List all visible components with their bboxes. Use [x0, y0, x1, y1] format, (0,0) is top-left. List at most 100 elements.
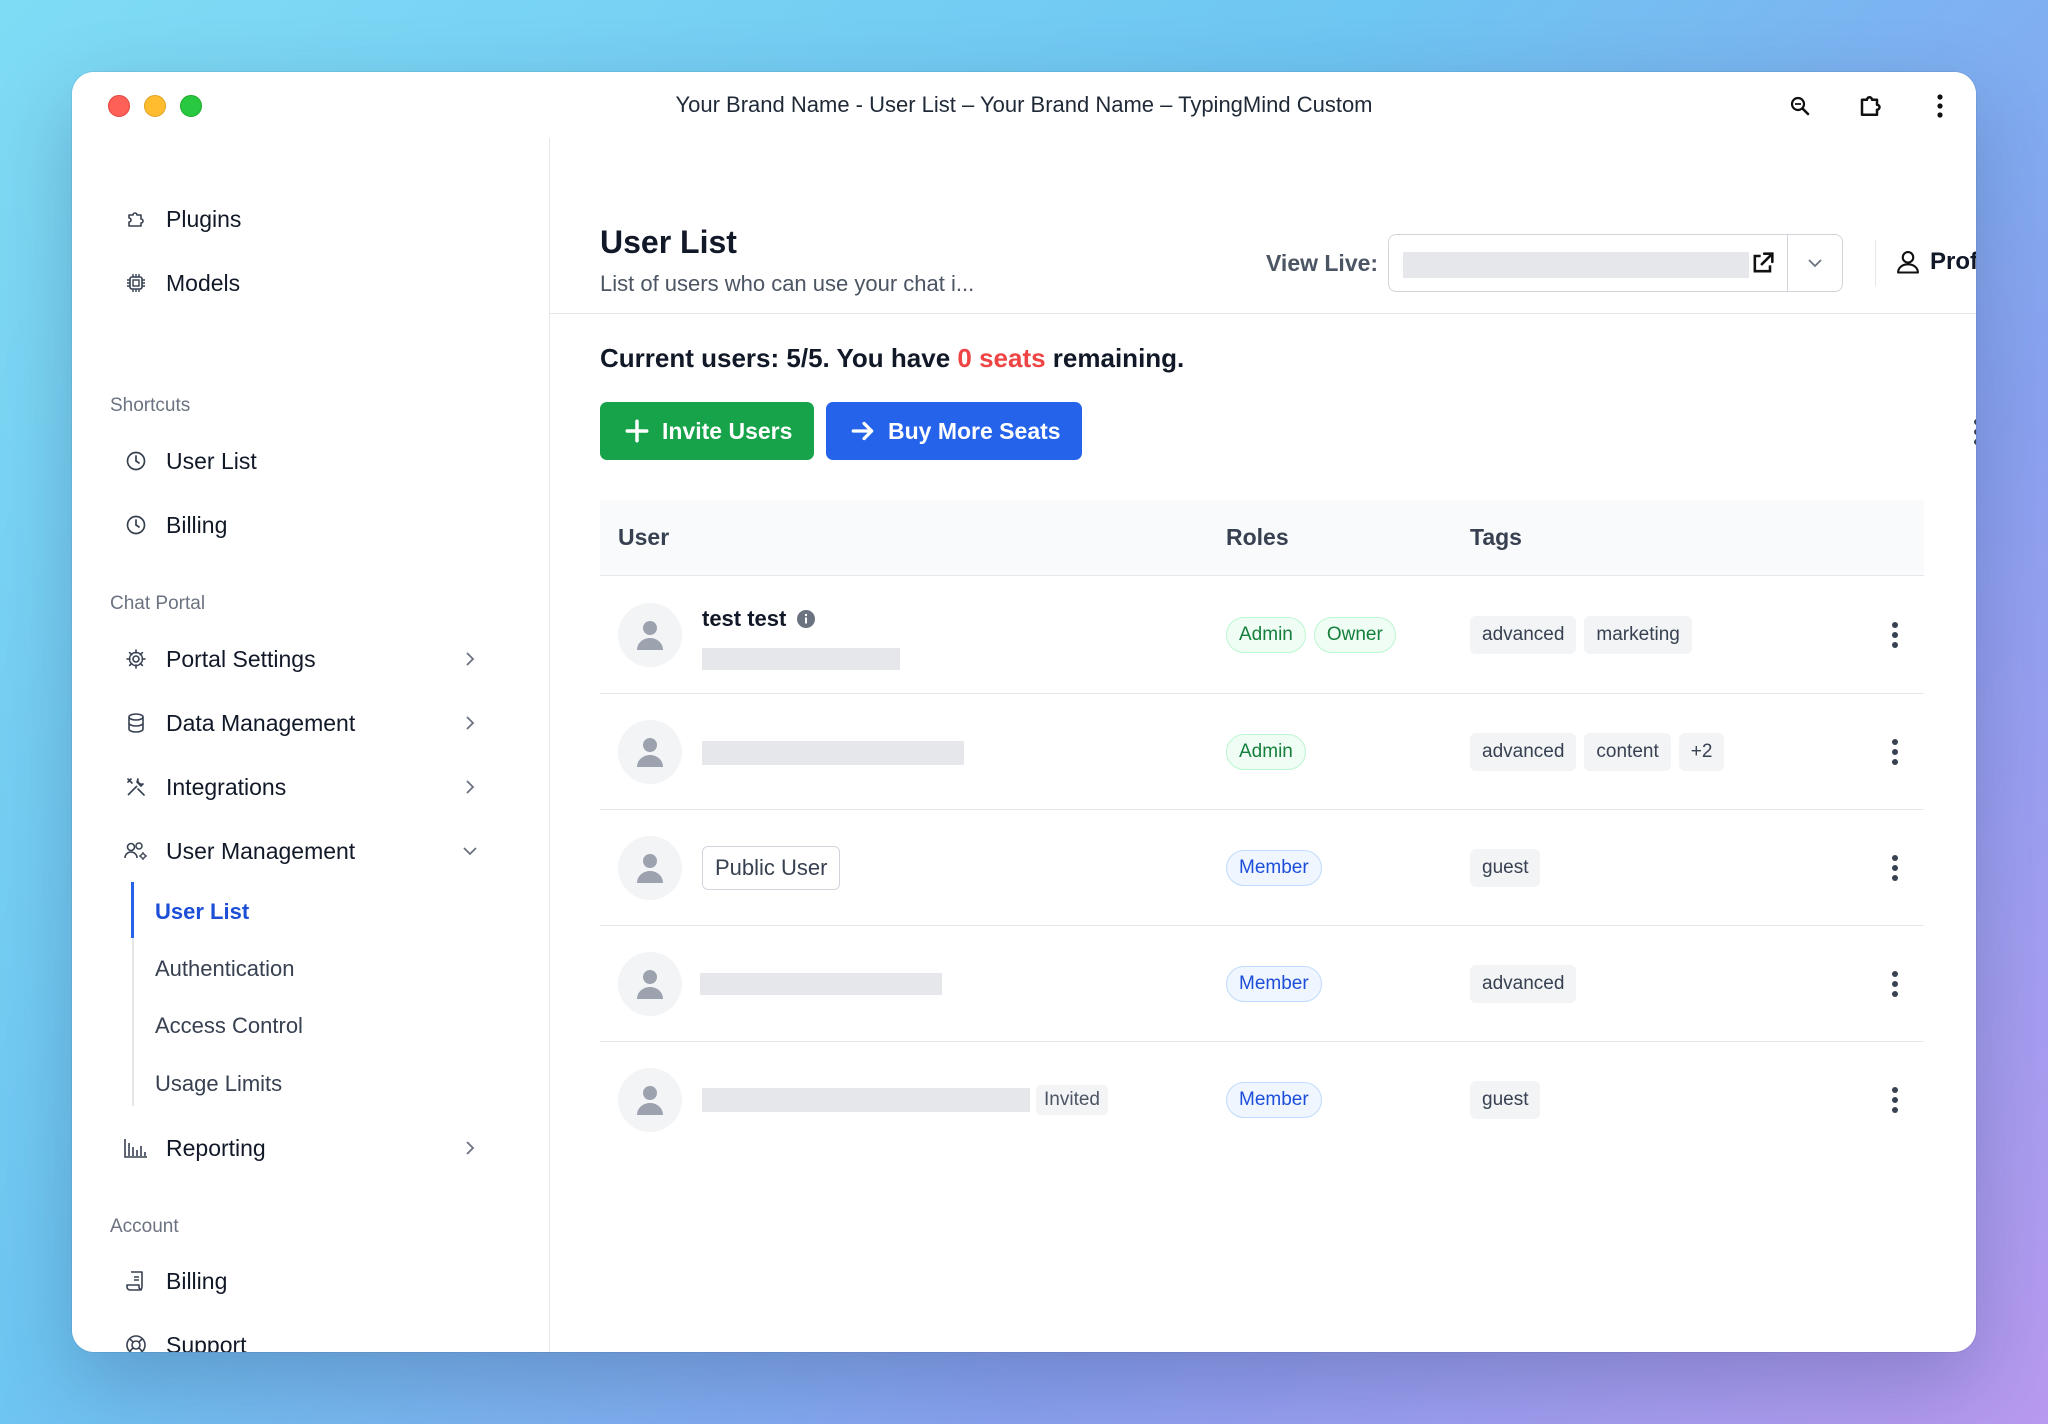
redacted-user-name	[702, 1088, 1030, 1112]
tag-list: advanced content +2	[1470, 733, 1725, 771]
sidebar-item-billing[interactable]: Billing	[122, 1257, 522, 1305]
chip-icon	[122, 269, 150, 297]
table-header: User Roles Tags	[600, 500, 1924, 576]
avatar	[618, 603, 682, 667]
section-label-account: Account	[110, 1216, 179, 1237]
seats-summary: Current users: 5/5. You have 0 seats rem…	[600, 343, 1184, 374]
column-header-tags: Tags	[1470, 524, 1522, 550]
shortcut-item-user-list[interactable]: User List	[122, 437, 522, 485]
title-bar: Your Brand Name - User List – Your Brand…	[72, 72, 1976, 138]
invited-status-badge: Invited	[1036, 1085, 1108, 1115]
row-actions-icon[interactable]	[1878, 967, 1912, 1001]
tag-chip: guest	[1470, 849, 1541, 887]
sidebar-item-label: Reporting	[166, 1134, 266, 1161]
sidebar-item-support[interactable]: Support	[122, 1321, 522, 1352]
subnav-item-authentication[interactable]: Authentication	[155, 956, 294, 982]
chevron-right-icon	[466, 1141, 475, 1155]
table-row[interactable]: test test Admin Owner advanced marketing	[600, 576, 1924, 694]
avatar	[618, 952, 682, 1016]
sidebar-item-user-management[interactable]: User Management	[122, 827, 522, 875]
tag-list: advanced	[1470, 965, 1577, 1003]
info-icon[interactable]	[796, 609, 816, 629]
section-label-chat-portal: Chat Portal	[110, 593, 206, 614]
shortcut-item-billing[interactable]: Billing	[122, 501, 522, 549]
receipt-icon	[122, 1267, 150, 1295]
sidebar-item-portal-settings[interactable]: Portal Settings	[122, 635, 522, 683]
tag-overflow-count[interactable]: +2	[1678, 733, 1725, 771]
plus-icon	[625, 419, 649, 443]
chevron-down-icon	[1808, 259, 1822, 268]
clock-icon	[122, 447, 150, 475]
external-link-icon[interactable]	[1749, 249, 1777, 277]
avatar	[618, 836, 682, 900]
user-name-text: test test	[702, 606, 787, 631]
view-live-url-field[interactable]	[1388, 234, 1788, 292]
redacted-email	[702, 648, 900, 670]
row-actions-icon[interactable]	[1878, 618, 1912, 652]
chevron-right-icon	[466, 780, 475, 794]
view-live-dropdown[interactable]	[1787, 234, 1843, 292]
database-icon	[122, 709, 150, 737]
profile-label: Profile	[1930, 248, 1976, 275]
chevron-right-icon	[466, 716, 475, 730]
sidebar-item-label: User Management	[166, 837, 356, 864]
role-badge-member: Member	[1226, 966, 1322, 1002]
sidebar-item-label: User List	[166, 447, 257, 474]
role-list: Admin Owner	[1226, 617, 1396, 653]
tag-chip: advanced	[1470, 616, 1577, 654]
zoom-icon[interactable]	[1784, 90, 1816, 122]
extensions-puzzle-icon[interactable]	[1856, 90, 1888, 122]
clock-icon	[122, 511, 150, 539]
sidebar-item-label: Billing	[166, 1267, 228, 1294]
sidebar-item-data-management[interactable]: Data Management	[122, 699, 522, 747]
bar-chart-icon	[122, 1134, 150, 1162]
tag-chip: marketing	[1584, 616, 1692, 654]
invite-users-button[interactable]: Invite Users	[600, 402, 814, 460]
role-list: Member	[1226, 850, 1322, 886]
table-row[interactable]: Member advanced	[600, 926, 1924, 1042]
puzzle-icon	[122, 205, 150, 233]
tag-chip: advanced	[1470, 965, 1577, 1003]
role-badge-admin: Admin	[1226, 734, 1306, 770]
sidebar-item-integrations[interactable]: Integrations	[122, 763, 522, 811]
invite-users-label: Invite Users	[662, 417, 793, 444]
redacted-user-name	[702, 741, 964, 765]
tools-icon	[122, 773, 150, 801]
submenu-active-indicator	[131, 882, 134, 938]
row-actions-icon[interactable]	[1878, 1083, 1912, 1117]
role-badge-member: Member	[1226, 1082, 1322, 1118]
table-row[interactable]: Invited Member guest	[600, 1042, 1924, 1158]
lifebuoy-icon	[122, 1331, 150, 1352]
section-label-shortcuts: Shortcuts	[110, 395, 191, 416]
sidebar-item-label: Integrations	[166, 773, 287, 800]
subnav-item-usage-limits[interactable]: Usage Limits	[155, 1071, 282, 1097]
chevron-down-icon	[463, 847, 477, 856]
subnav-item-user-list[interactable]: User List	[155, 899, 249, 925]
sidebar-item-reporting[interactable]: Reporting	[122, 1124, 522, 1172]
browser-menu-icon[interactable]	[1924, 90, 1956, 122]
sidebar-item-models[interactable]: Models	[122, 259, 522, 307]
row-actions-icon[interactable]	[1878, 851, 1912, 885]
redacted-user-name	[700, 973, 942, 995]
table-row[interactable]: Public User Member guest	[600, 810, 1924, 926]
avatar	[618, 720, 682, 784]
seats-remaining-count: 0 seats	[957, 343, 1046, 373]
sidebar-item-label: Support	[166, 1331, 247, 1353]
profile-button[interactable]: Profile	[1894, 242, 1976, 282]
table-row[interactable]: Admin advanced content +2	[600, 694, 1924, 810]
sidebar-item-label: Portal Settings	[166, 645, 316, 672]
subnav-item-access-control[interactable]: Access Control	[155, 1013, 303, 1039]
sidebar-item-plugins[interactable]: Plugins	[122, 195, 522, 243]
buy-more-seats-label: Buy More Seats	[888, 417, 1061, 444]
public-user-label: Public User	[702, 846, 841, 890]
sidebar-item-label: Billing	[166, 511, 228, 538]
buy-more-seats-button[interactable]: Buy More Seats	[826, 402, 1082, 460]
row-actions-icon[interactable]	[1878, 735, 1912, 769]
sidebar-item-label: Data Management	[166, 709, 356, 736]
tag-list: guest	[1470, 1081, 1541, 1119]
user-icon	[1897, 251, 1919, 274]
tag-list: advanced marketing	[1470, 616, 1692, 654]
more-options-icon[interactable]	[1960, 415, 1976, 449]
window-title: Your Brand Name - User List – Your Brand…	[675, 92, 1373, 117]
tag-chip: guest	[1470, 1081, 1541, 1119]
